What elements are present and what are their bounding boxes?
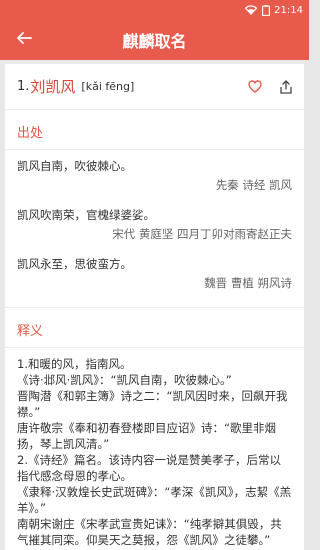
source-author: 宋代 黄庭坚 四月丁卯对雨寄赵正夫 [112, 227, 292, 241]
word-name: 刘凯风 [30, 78, 76, 96]
meaning-section-title: 释义 [5, 308, 304, 348]
back-arrow-icon [16, 30, 32, 50]
battery-icon [262, 4, 271, 16]
source-item: 凯风自南，吹彼棘心。 先秦 诗经 凯风 [17, 150, 292, 199]
source-text: 凯风自南，吹彼棘心。 [17, 159, 132, 173]
source-item: 凯风永至，思彼蛮方。 魏晋 曹植 朔风诗 [17, 248, 292, 297]
source-item: 凯风吹南荣，官槐绿婆娑。 宋代 黄庭坚 四月丁卯对雨寄赵正夫 [17, 199, 292, 248]
origin-section-title: 出处 [5, 110, 304, 150]
meaning-line: 唐许敬宗《奉和初春登楼即目应诏》诗：“歌里非烟扬，琴上凯风清。” [17, 421, 276, 451]
source-author: 魏晋 曹植 朔风诗 [204, 276, 292, 290]
origin-section: 凯风自南，吹彼棘心。 先秦 诗经 凯风 凯风吹南荣，官槐绿婆娑。 宋代 黄庭坚 … [5, 150, 304, 297]
meaning-line: 晋陶潜《和郭主簿》诗之二：“凯风因时来，回飙开我襟。” [17, 389, 288, 419]
app-bar: 麒麟取名 [0, 20, 309, 60]
source-text: 凯风吹南荣，官槐绿婆娑。 [17, 208, 155, 222]
name-detail-card: 1. 刘凯风 [kǎi fēng] 出处 凯风自南，吹彼棘心。 先秦 诗经 凯风… [5, 64, 304, 550]
status-bar: 21:14 [0, 0, 309, 20]
status-time: 21:14 [274, 4, 303, 16]
source-text: 凯风永至，思彼蛮方。 [17, 257, 132, 271]
heart-icon [248, 80, 262, 93]
meaning-section: 1.和暖的风，指南风。 《诗·邶风·凯风》：“凯风自南，吹彼棘心。” 晋陶潜《和… [5, 348, 304, 548]
share-icon [280, 79, 292, 94]
favorite-button[interactable] [248, 80, 262, 93]
wifi-icon [245, 5, 258, 15]
meaning-line: 2.《诗经》篇名。该诗内容一说是赞美孝子，后常以指代感念母恩的孝心。 [17, 453, 281, 483]
word-pinyin: [kǎi fēng] [81, 80, 135, 93]
meaning-line: 1.和暖的风，指南风。 [17, 357, 132, 371]
page-title: 麒麟取名 [122, 32, 187, 51]
share-button[interactable] [280, 79, 292, 94]
source-author: 先秦 诗经 凯风 [215, 178, 292, 192]
word-header: 1. 刘凯风 [kǎi fēng] [5, 64, 304, 110]
meaning-line: 南朝宋谢庄《宋孝武宣贵妃诔》：“纯孝擗其俱毁，共气摧其同栾。仰昊天之莫报，怨《凯… [17, 517, 282, 547]
meaning-line: 《诗·邶风·凯风》：“凯风自南，吹彼棘心。” [17, 373, 232, 387]
word-number: 1. [17, 79, 30, 94]
back-button[interactable] [4, 20, 44, 60]
meaning-line: 《隶释·汉敦煌长史武斑碑》：“孝深《凯风》，志絜《羔羊》。” [17, 485, 292, 515]
